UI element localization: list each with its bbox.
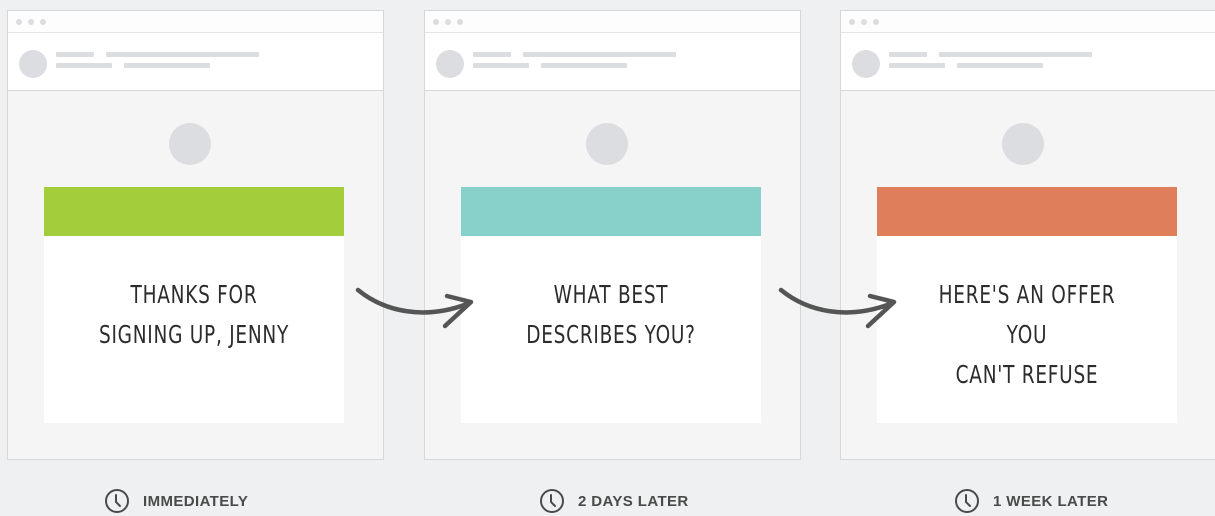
sender-avatar [436, 50, 464, 78]
placeholder-line [889, 52, 927, 57]
window-dot-icon [457, 19, 463, 25]
email-logo-placeholder [169, 123, 211, 165]
window-dot-icon [861, 19, 867, 25]
email-logo-placeholder [1002, 123, 1044, 165]
arrow-right-icon [778, 287, 897, 329]
sender-avatar [19, 50, 47, 78]
email-message: HERE'S AN OFFER YOU CAN'T REFUSE [938, 280, 1116, 389]
window-dot-icon [16, 19, 22, 25]
placeholder-line [124, 63, 210, 68]
placeholder-line [939, 52, 1092, 57]
window-titlebar [8, 11, 383, 33]
window-dot-icon [433, 19, 439, 25]
clock-icon [540, 489, 564, 513]
email-window-1: THANKS FOR SIGNING UP, JENNY [7, 10, 384, 460]
placeholder-line [541, 63, 627, 68]
window-dot-icon [873, 19, 879, 25]
email-message: THANKS FOR SIGNING UP, JENNY [98, 280, 290, 349]
clock-icon [105, 489, 129, 513]
window-titlebar [425, 11, 800, 33]
placeholder-line [106, 52, 259, 57]
timing-label: 2 DAYS LATER [578, 492, 689, 510]
email-logo-placeholder [586, 123, 628, 165]
card-accent-bar [877, 187, 1177, 236]
window-dot-icon [849, 19, 855, 25]
card-accent-bar [44, 187, 344, 236]
timing-caption-1: IMMEDIATELY [104, 488, 248, 514]
email-card: THANKS FOR SIGNING UP, JENNY [44, 187, 344, 423]
timing-caption-2: 2 DAYS LATER [539, 488, 689, 514]
window-dot-icon [28, 19, 34, 25]
email-window-2: WHAT BEST DESCRIBES YOU? [424, 10, 801, 460]
timing-caption-3: 1 WEEK LATER [954, 488, 1108, 514]
timing-label: IMMEDIATELY [143, 492, 249, 510]
clock-icon [955, 489, 979, 513]
window-dot-icon [445, 19, 451, 25]
sender-avatar [852, 50, 880, 78]
email-card: HERE'S AN OFFER YOU CAN'T REFUSE [877, 187, 1177, 423]
placeholder-line [56, 63, 112, 68]
placeholder-line [473, 52, 511, 57]
placeholder-line [957, 63, 1043, 68]
placeholder-line [889, 63, 945, 68]
window-titlebar [841, 11, 1215, 33]
arrow-right-icon [355, 287, 474, 329]
placeholder-line [56, 52, 94, 57]
email-header [8, 33, 383, 91]
card-accent-bar [461, 187, 761, 236]
email-header [425, 33, 800, 91]
email-window-3: HERE'S AN OFFER YOU CAN'T REFUSE [840, 10, 1215, 460]
email-header [841, 33, 1215, 91]
email-message: WHAT BEST DESCRIBES YOU? [526, 280, 696, 349]
email-card: WHAT BEST DESCRIBES YOU? [461, 187, 761, 423]
placeholder-line [523, 52, 676, 57]
window-dot-icon [40, 19, 46, 25]
timing-label: 1 WEEK LATER [993, 492, 1109, 510]
placeholder-line [473, 63, 529, 68]
